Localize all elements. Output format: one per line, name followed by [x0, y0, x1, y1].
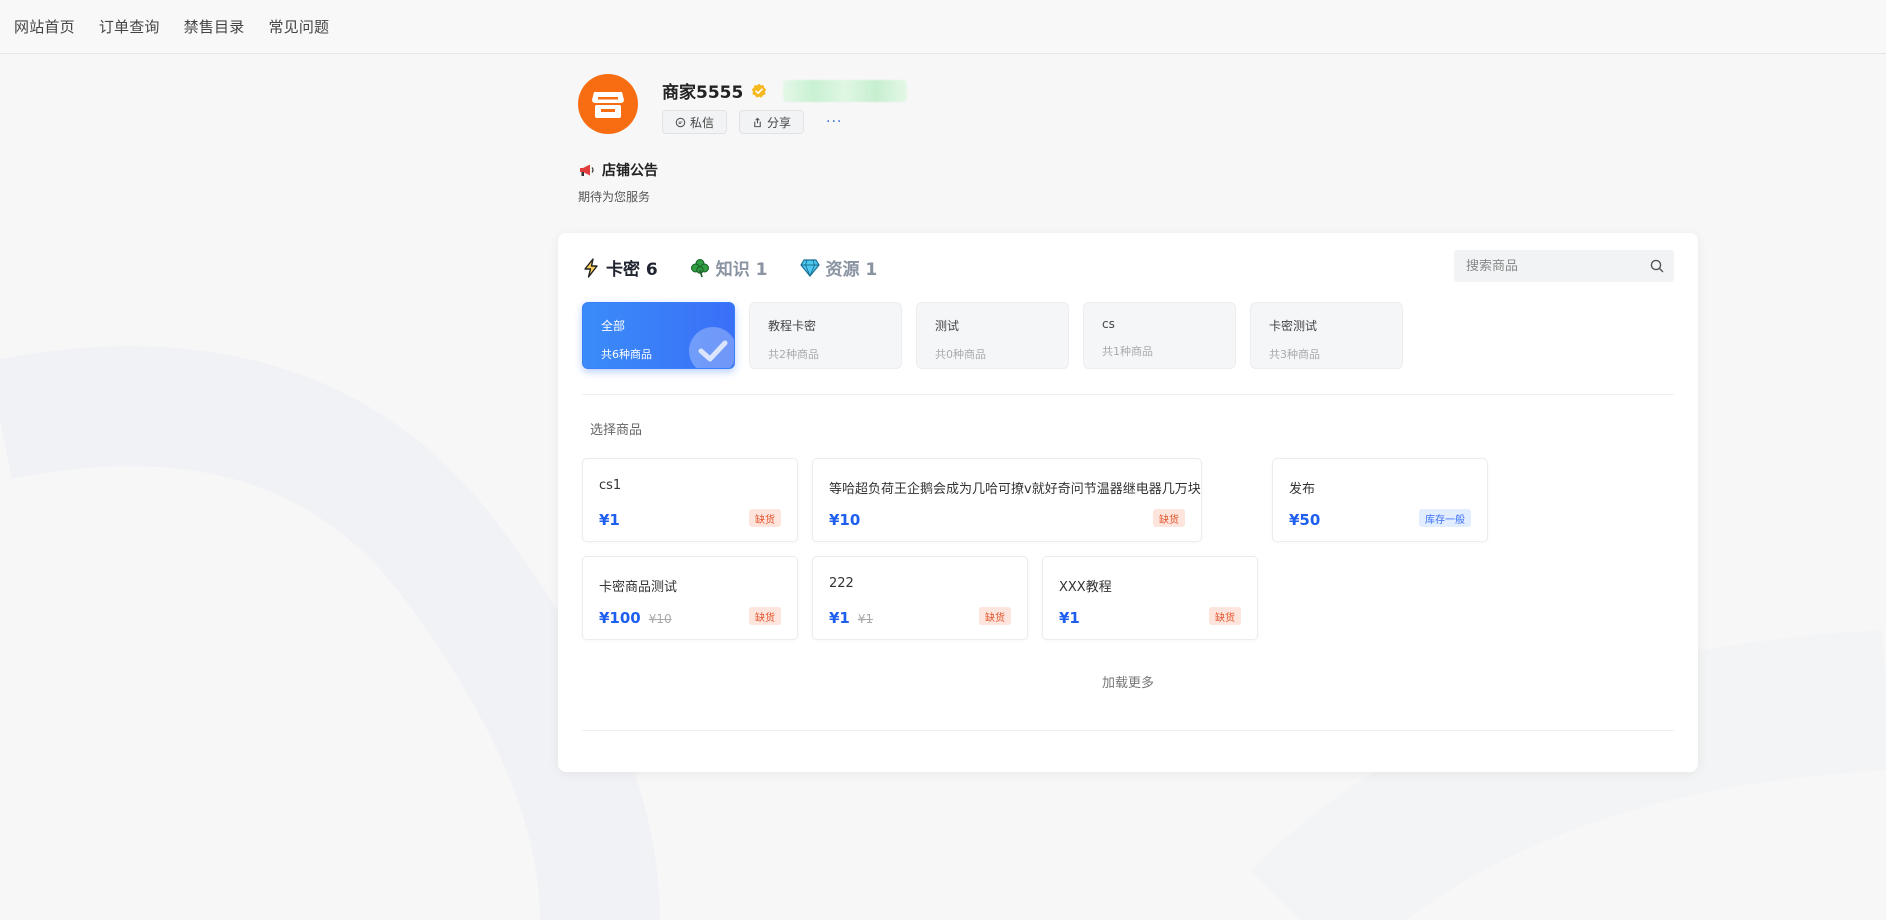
tab-knowledge-label: 知识 1 — [715, 260, 768, 280]
clover-icon — [690, 258, 709, 277]
nav-faq[interactable]: 常见问题 — [268, 16, 329, 37]
nav-prohibited-list[interactable]: 禁售目录 — [184, 16, 245, 37]
product-card[interactable]: 发布 ¥50 库存一般 — [1272, 458, 1488, 542]
megaphone-icon — [580, 164, 594, 176]
product-name: 等哈超负荷王企鹅会成为几哈可撩v就好奇问节温器继电器几万块 — [829, 482, 1201, 497]
check-circle-icon — [689, 327, 734, 368]
product-name: cs1 — [599, 478, 622, 493]
product-price: ¥1 — [829, 609, 850, 627]
search-input[interactable] — [1454, 258, 1634, 274]
shop-header: 商家5555 私信 分享 ··· — [578, 74, 1278, 138]
category-cs[interactable]: cs 共1种商品 — [1083, 302, 1236, 369]
search-box — [1454, 250, 1674, 282]
shop-notice-heading: 店铺公告 — [578, 160, 658, 180]
category-tutorial-keys[interactable]: 教程卡密 共2种商品 — [749, 302, 902, 369]
price-row: ¥10 — [829, 511, 860, 529]
stock-badge: 缺货 — [1153, 509, 1185, 527]
price-row: ¥100 ¥10 — [599, 609, 672, 627]
category-name: 教程卡密 — [768, 319, 817, 333]
shop-name-row: 商家5555 — [662, 78, 908, 103]
category-test[interactable]: 测试 共0种商品 — [916, 302, 1069, 369]
product-type-tabs: 卡密 6 知识 1 资源 1 — [582, 255, 909, 280]
nav-home[interactable]: 网站首页 — [14, 16, 75, 37]
shop-actions: 私信 分享 ··· — [662, 110, 842, 134]
product-name: 发布 — [1289, 482, 1316, 497]
top-navigation: 网站首页 订单查询 禁售目录 常见问题 — [0, 0, 1886, 54]
verified-badge-icon — [752, 83, 767, 98]
stock-badge: 缺货 — [1209, 607, 1241, 625]
select-product-label: 选择商品 — [590, 423, 643, 438]
share-icon — [754, 117, 761, 127]
stock-badge: 缺货 — [749, 607, 781, 625]
product-card[interactable]: 等哈超负荷王企鹅会成为几哈可撩v就好奇问节温器继电器几万块 ¥10 缺货 — [812, 458, 1202, 542]
category-count: 共2种商品 — [768, 348, 819, 361]
price-row: ¥50 — [1289, 511, 1320, 529]
tab-card-keys[interactable]: 卡密 6 — [582, 255, 658, 280]
product-price: ¥100 — [599, 609, 641, 627]
tab-knowledge[interactable]: 知识 1 — [690, 255, 768, 280]
diamond-icon — [799, 258, 820, 277]
divider — [582, 730, 1674, 731]
category-all[interactable]: 全部 共6种商品 — [582, 302, 735, 369]
product-original-price: ¥10 — [648, 612, 672, 626]
divider — [582, 394, 1674, 395]
stock-badge: 缺货 — [749, 509, 781, 527]
product-card[interactable]: XXX教程 ¥1 缺货 — [1042, 556, 1258, 640]
product-name: 222 — [829, 576, 854, 591]
category-name: cs — [1102, 317, 1115, 331]
product-price: ¥1 — [599, 511, 620, 529]
load-more-button[interactable]: 加载更多 — [558, 672, 1698, 691]
products-card: 卡密 6 知识 1 资源 1 搜索商品 全部 共6种商品 教程卡密 共2种商品 … — [558, 233, 1698, 772]
shop-notice-text: 期待为您服务 — [578, 190, 651, 204]
private-message-label: 私信 — [690, 115, 715, 130]
product-card[interactable]: 卡密商品测试 ¥100 ¥10 缺货 — [582, 556, 798, 640]
category-count: 共1种商品 — [1102, 345, 1153, 358]
shop-notice-title: 店铺公告 — [602, 163, 658, 179]
product-price: ¥10 — [829, 511, 861, 529]
product-price: ¥50 — [1289, 511, 1321, 529]
price-row: ¥1 ¥1 — [829, 609, 873, 627]
share-label: 分享 — [767, 115, 792, 130]
tab-resources-label: 资源 1 — [825, 260, 878, 280]
product-card[interactable]: 222 ¥1 ¥1 缺货 — [812, 556, 1028, 640]
category-name: 卡密测试 — [1269, 319, 1318, 333]
chat-bubble-icon — [675, 117, 686, 127]
tab-card-keys-label: 卡密 6 — [606, 260, 658, 280]
stock-badge: 库存一般 — [1419, 509, 1471, 527]
tab-resources[interactable]: 资源 1 — [799, 255, 878, 280]
category-count: 共3种商品 — [1269, 348, 1320, 361]
stock-badge: 缺货 — [979, 607, 1011, 625]
price-row: ¥1 — [599, 511, 620, 529]
category-name: 测试 — [935, 319, 960, 333]
product-name: 卡密商品测试 — [599, 580, 678, 595]
store-icon — [592, 92, 624, 118]
product-original-price: ¥1 — [857, 612, 874, 626]
more-options-button[interactable]: ··· — [826, 114, 842, 130]
nav-order-query[interactable]: 订单查询 — [99, 16, 160, 37]
shop-name: 商家5555 — [662, 83, 744, 103]
product-price: ¥1 — [1059, 609, 1080, 627]
search-icon[interactable] — [1650, 259, 1664, 273]
share-button[interactable]: 分享 — [739, 110, 805, 134]
private-message-button[interactable]: 私信 — [662, 110, 728, 134]
price-row: ¥1 — [1059, 609, 1080, 627]
category-key-test[interactable]: 卡密测试 共3种商品 — [1250, 302, 1403, 369]
product-name: XXX教程 — [1059, 580, 1112, 595]
blurred-shop-tag — [783, 79, 908, 102]
category-count: 共0种商品 — [935, 348, 986, 361]
lightning-icon — [584, 257, 598, 278]
product-card[interactable]: cs1 ¥1 缺货 — [582, 458, 798, 542]
shop-logo — [578, 74, 638, 134]
category-filter: 全部 共6种商品 教程卡密 共2种商品 测试 共0种商品 cs 共1种商品 卡密… — [582, 302, 1417, 369]
